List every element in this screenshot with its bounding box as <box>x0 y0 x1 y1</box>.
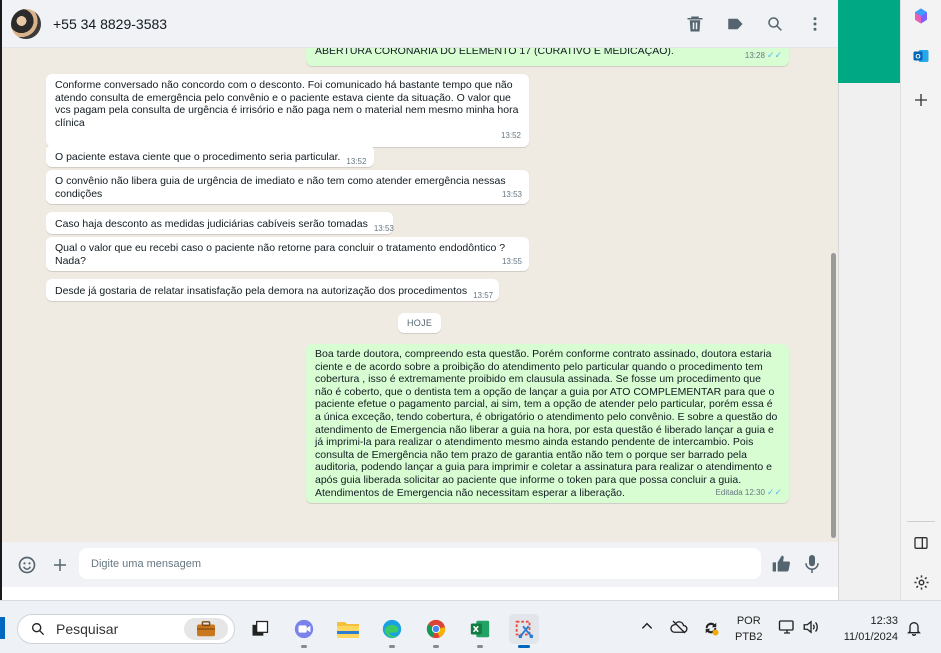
teams-meet-icon[interactable] <box>289 614 319 648</box>
cloud-offline-icon[interactable] <box>670 619 688 638</box>
window-bottom-strip <box>2 587 838 600</box>
active-indicator <box>518 645 530 648</box>
running-indicator <box>477 645 483 648</box>
message-time: 13:57 <box>473 291 494 300</box>
message-text: Desde já gostaria de relatar insatisfaçã… <box>55 285 468 297</box>
search-icon <box>32 623 45 636</box>
taskbar-search-label: Pesquisar <box>56 621 119 637</box>
app-side-panel <box>838 83 900 600</box>
input-language-indicator[interactable]: POR PTB2 <box>735 613 763 645</box>
message-time: 13:52 <box>500 131 521 141</box>
taskbar-search-box[interactable]: Pesquisar <box>17 614 235 644</box>
network-icon[interactable] <box>778 619 796 638</box>
excel-icon[interactable] <box>465 614 495 648</box>
keyboard-layout: PTB2 <box>735 631 763 643</box>
message-time: 13:53 <box>373 224 394 233</box>
message-text: ABERTURA CORONÁRIA DO ELEMENTO 17 (CURAT… <box>315 48 674 57</box>
windows-taskbar: Pesquisar POR PTB2 12:33 11/01/2024 <box>0 600 941 653</box>
app-green-band <box>838 0 900 83</box>
contact-avatar[interactable] <box>11 8 41 39</box>
svg-text:O: O <box>915 54 920 61</box>
message-text: O convênio não libera guia de urgência d… <box>55 175 506 200</box>
attach-plus-icon[interactable] <box>51 556 69 574</box>
message-input[interactable] <box>79 548 761 579</box>
chat-header: +55 34 8829-3583 <box>2 0 838 48</box>
task-view-icon[interactable] <box>245 614 275 644</box>
read-ticks-icon: ✓✓ <box>766 486 782 497</box>
message-bubble-incoming[interactable]: Qual o valor que eu recebi caso o pacien… <box>46 237 529 272</box>
menu-dots-icon[interactable] <box>806 15 824 33</box>
thumbs-up-icon[interactable] <box>771 554 791 574</box>
message-text: Boa tarde doutora, compreendo esta quest… <box>315 348 778 499</box>
sidebar-toggle-icon[interactable] <box>910 532 932 554</box>
outlook-icon[interactable]: O <box>910 45 932 67</box>
message-bubble-incoming[interactable]: Caso haja desconto as medidas judiciária… <box>46 212 394 234</box>
message-time: 13:53 <box>501 189 522 199</box>
taskbar-clock[interactable]: 12:33 11/01/2024 <box>836 613 898 645</box>
running-indicator <box>433 645 439 648</box>
message-text: Conforme conversado não concordo com o d… <box>55 79 519 129</box>
read-ticks-icon: ✓✓ <box>766 50 782 61</box>
sidebar-divider <box>907 521 935 522</box>
emoji-icon[interactable] <box>17 555 37 575</box>
edge-browser-icon[interactable] <box>377 614 407 648</box>
date-separator-chip: HOJE <box>398 313 442 333</box>
search-icon[interactable] <box>766 15 784 33</box>
add-icon[interactable] <box>910 89 932 111</box>
message-bubble-outgoing[interactable]: ABERTURA CORONÁRIA DO ELEMENTO 17 (CURAT… <box>306 48 789 66</box>
microphone-icon[interactable] <box>803 553 821 575</box>
running-indicator <box>389 645 395 648</box>
clock-date: 11/01/2024 <box>843 631 898 643</box>
message-time: 13:52 <box>346 157 367 166</box>
snipping-tool-icon[interactable] <box>509 614 539 648</box>
file-explorer-icon[interactable] <box>333 614 363 644</box>
message-bubble-incoming[interactable]: O paciente estava ciente que o procedime… <box>46 145 374 167</box>
chrome-browser-icon[interactable] <box>421 614 451 648</box>
briefcase-icon <box>184 618 228 640</box>
chat-messages-area[interactable]: ABERTURA CORONÁRIA DO ELEMENTO 17 (CURAT… <box>2 48 838 542</box>
chat-scrollbar[interactable] <box>831 253 836 538</box>
clock-time: 12:33 <box>870 615 898 627</box>
label-icon[interactable] <box>726 15 744 33</box>
message-bubble-incoming[interactable]: Conforme conversado não concordo com o d… <box>46 74 529 147</box>
message-text: Qual o valor que eu recebi caso o pacien… <box>55 242 506 267</box>
contact-name[interactable]: +55 34 8829-3583 <box>53 16 167 32</box>
language-code: POR <box>736 615 761 627</box>
message-bubble-incoming[interactable]: Desde já gostaria de relatar insatisfaçã… <box>46 279 499 301</box>
running-indicator <box>301 645 307 648</box>
notification-bell-icon[interactable] <box>906 619 922 640</box>
message-time: 13:55 <box>501 256 522 266</box>
message-bubble-incoming[interactable]: O convênio não libera guia de urgência d… <box>46 170 529 205</box>
start-edge-indicator[interactable] <box>0 617 5 639</box>
message-text: Caso haja desconto as medidas judiciária… <box>55 218 368 230</box>
message-bubble-outgoing[interactable]: Boa tarde doutora, compreendo esta quest… <box>306 344 789 504</box>
message-composer <box>2 542 838 587</box>
copilot-icon[interactable] <box>910 5 932 27</box>
header-actions <box>686 0 824 48</box>
volume-icon[interactable] <box>802 619 820 638</box>
settings-gear-icon[interactable] <box>910 571 932 593</box>
chevron-up-icon[interactable] <box>640 619 654 636</box>
message-text: O paciente estava ciente que o procedime… <box>55 151 341 163</box>
sync-warning-icon[interactable] <box>702 619 720 640</box>
trash-icon[interactable] <box>686 15 704 33</box>
edge-sidebar: O <box>900 0 941 600</box>
message-time: 13:28 ✓✓ <box>744 50 782 61</box>
message-time: Editada 12:30 ✓✓ <box>715 486 782 497</box>
